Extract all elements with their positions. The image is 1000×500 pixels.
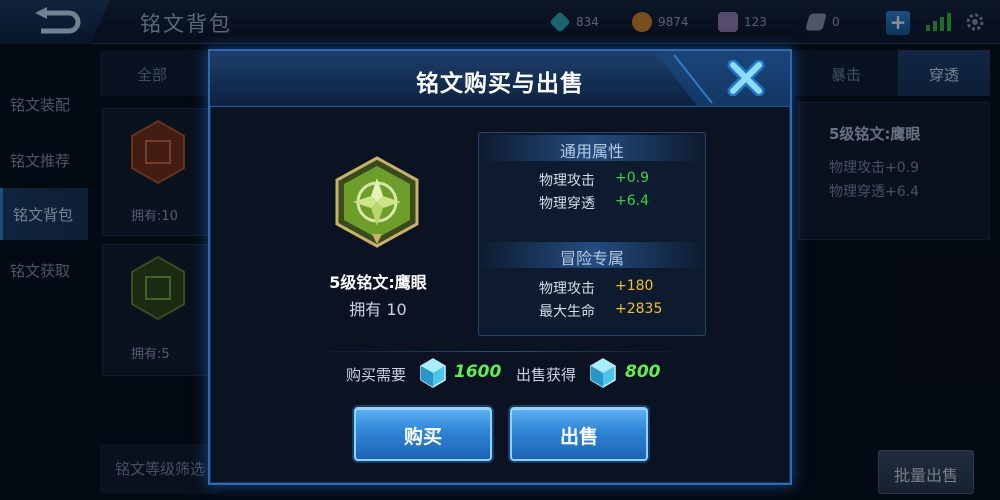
dialog-header: 铭文购买与出售 (210, 51, 790, 107)
buy-sell-dialog: 铭文购买与出售 5级铭文:鹰眼 拥有 10 通用属性 物理攻击 +0.9 物理穿… (208, 49, 792, 485)
sell-gain-value: 800 (625, 362, 661, 382)
attr-row: 物理穿透 +6.4 (479, 193, 705, 215)
attr-value: +2835 (615, 301, 663, 317)
attr-name: 物理攻击 (539, 281, 595, 297)
sell-button[interactable]: 出售 (510, 407, 648, 461)
attribute-panel: 通用属性 物理攻击 +0.9 物理穿透 +6.4 冒险专属 物理攻击 +180 … (478, 132, 706, 336)
attr-value: +6.4 (615, 193, 649, 209)
adventure-attr-header: 冒险专属 (479, 242, 705, 268)
attr-name: 物理攻击 (539, 173, 595, 189)
crystal-icon (420, 358, 446, 388)
attr-value: +180 (615, 278, 654, 294)
attr-row: 物理攻击 +180 (479, 278, 705, 300)
attr-row: 最大生命 +2835 (479, 301, 705, 323)
close-button[interactable] (724, 57, 768, 99)
attr-name: 最大生命 (539, 304, 595, 320)
crystal-icon (590, 358, 616, 388)
price-row: 购买需要 1600 出售获得 800 (210, 357, 790, 391)
rune-eagle-eye-icon (335, 156, 419, 248)
buy-cost-label: 购买需要 (346, 366, 407, 384)
close-icon (727, 60, 765, 96)
header-ornament (654, 51, 790, 107)
sell-gain-label: 出售获得 (516, 366, 577, 384)
attr-row: 物理攻击 +0.9 (479, 170, 705, 192)
attr-name: 物理穿透 (539, 196, 595, 212)
buy-cost-value: 1600 (454, 362, 502, 382)
divider (310, 351, 690, 352)
attr-value: +0.9 (615, 170, 649, 186)
buy-button[interactable]: 购买 (354, 407, 492, 461)
general-attr-header: 通用属性 (479, 135, 705, 161)
